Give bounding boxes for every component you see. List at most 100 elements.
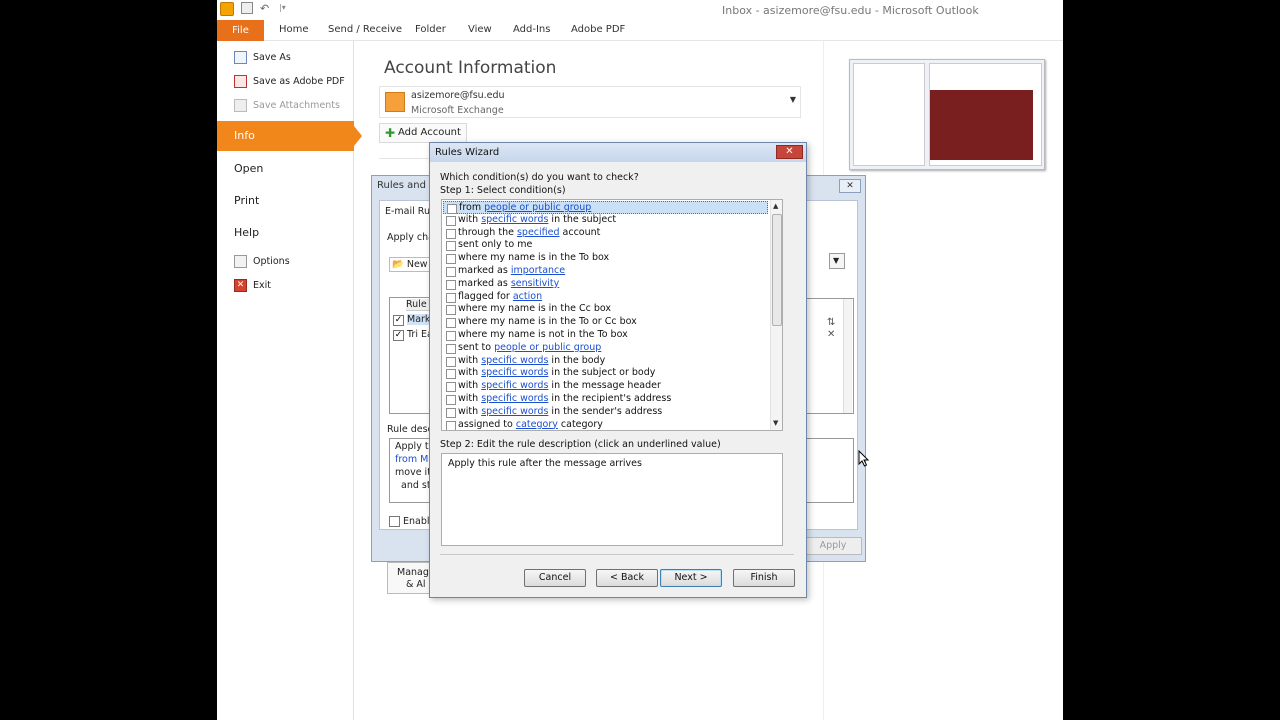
- rule-checkbox[interactable]: ✓: [393, 330, 404, 341]
- condition-checkbox[interactable]: [446, 305, 456, 316]
- scroll-down-icon[interactable]: ▼: [773, 419, 778, 427]
- condition-row[interactable]: marked as importance: [443, 265, 768, 278]
- save-attachments-button[interactable]: Save Attachments: [217, 94, 354, 118]
- condition-row[interactable]: where my name is in the To box: [443, 252, 768, 265]
- backstage-print[interactable]: Print: [217, 186, 354, 216]
- condition-checkbox[interactable]: [446, 228, 456, 239]
- condition-link[interactable]: category: [516, 419, 558, 430]
- condition-row[interactable]: from people or public group: [443, 201, 768, 214]
- condition-text: in the sender's address: [548, 405, 663, 417]
- scrollbar[interactable]: [843, 299, 852, 413]
- options-button[interactable]: Options: [217, 250, 354, 274]
- new-rule-button[interactable]: 📂 New R: [389, 257, 431, 272]
- condition-link[interactable]: specific words: [481, 214, 548, 225]
- condition-checkbox[interactable]: [447, 204, 457, 214]
- condition-link[interactable]: specific words: [481, 380, 548, 391]
- move-icon[interactable]: ⇅: [827, 317, 835, 328]
- manage-label: Manag: [397, 567, 429, 578]
- chevron-down-icon[interactable]: ▼: [790, 95, 796, 104]
- condition-label: where my name is in the Cc box: [458, 303, 611, 314]
- condition-link[interactable]: specific words: [481, 355, 548, 366]
- conditions-scrollbar[interactable]: ▲ ▼: [770, 200, 782, 430]
- condition-checkbox[interactable]: [446, 356, 456, 367]
- back-button[interactable]: < Back: [596, 569, 658, 587]
- close-icon[interactable]: ✕: [839, 179, 861, 193]
- rule-description-box[interactable]: Apply this rule after the message arrive…: [441, 453, 783, 546]
- condition-row[interactable]: flagged for action: [443, 291, 768, 304]
- enable-checkbox[interactable]: [389, 516, 400, 527]
- account-selector[interactable]: asizemore@fsu.edu Microsoft Exchange ▼: [379, 86, 801, 118]
- condition-link[interactable]: sensitivity: [511, 278, 559, 289]
- backstage-open[interactable]: Open: [217, 154, 354, 184]
- apply-button[interactable]: Apply: [804, 537, 862, 555]
- condition-checkbox[interactable]: [446, 279, 456, 290]
- condition-checkbox[interactable]: [446, 267, 456, 277]
- tab-add-ins[interactable]: Add-Ins: [513, 24, 550, 35]
- close-icon[interactable]: ✕: [776, 145, 803, 159]
- condition-row[interactable]: with specific words in the subject: [443, 214, 768, 227]
- backstage-info[interactable]: Info: [217, 121, 362, 151]
- undo-icon[interactable]: ↶: [260, 2, 269, 15]
- condition-row[interactable]: where my name is in the Cc box: [443, 303, 768, 316]
- next-button[interactable]: Next >: [660, 569, 722, 587]
- condition-row[interactable]: with specific words in the subject or bo…: [443, 367, 768, 380]
- condition-checkbox[interactable]: [446, 382, 456, 393]
- save-as-adobe-pdf-button[interactable]: Save as Adobe PDF: [217, 70, 354, 94]
- rule-checkbox[interactable]: ✓: [393, 315, 404, 326]
- condition-link[interactable]: specified: [517, 227, 560, 238]
- condition-checkbox[interactable]: [446, 215, 456, 226]
- condition-checkbox[interactable]: [446, 241, 456, 252]
- finish-button[interactable]: Finish: [733, 569, 795, 587]
- condition-row[interactable]: with specific words in the body: [443, 355, 768, 368]
- condition-checkbox[interactable]: [446, 343, 456, 354]
- condition-link[interactable]: importance: [511, 265, 565, 276]
- condition-checkbox[interactable]: [446, 292, 456, 303]
- condition-checkbox[interactable]: [446, 369, 456, 380]
- condition-checkbox[interactable]: [446, 420, 456, 430]
- conditions-list: from people or public group with specific…: [441, 199, 783, 431]
- step1-label: Step 1: Select condition(s): [440, 185, 566, 196]
- condition-row[interactable]: with specific words in the sender's addr…: [443, 406, 768, 419]
- condition-checkbox[interactable]: [446, 254, 456, 265]
- tab-view[interactable]: View: [468, 24, 492, 35]
- customize-qat-icon[interactable]: |▾: [279, 3, 286, 12]
- tab-file[interactable]: File: [217, 20, 264, 41]
- condition-row[interactable]: where my name is in the To or Cc box: [443, 316, 768, 329]
- condition-link[interactable]: people or public group: [484, 202, 591, 213]
- save-as-button[interactable]: Save As: [217, 46, 354, 70]
- exchange-account-icon: [385, 92, 405, 112]
- exit-button[interactable]: ✕ Exit: [217, 274, 354, 298]
- condition-link[interactable]: people or public group: [494, 342, 601, 353]
- condition-row[interactable]: through the specified account: [443, 227, 768, 240]
- delete-icon[interactable]: ✕: [827, 329, 835, 340]
- cancel-button[interactable]: Cancel: [524, 569, 586, 587]
- backstage-help[interactable]: Help: [217, 218, 354, 248]
- send-receive-icon[interactable]: [241, 2, 253, 14]
- tab-send-receive[interactable]: Send / Receive: [328, 24, 402, 35]
- condition-link[interactable]: action: [513, 291, 542, 302]
- tab-folder[interactable]: Folder: [415, 24, 446, 35]
- condition-link[interactable]: specific words: [481, 367, 548, 378]
- apply-changes-dropdown[interactable]: ▼: [829, 253, 845, 269]
- exit-icon: ✕: [234, 279, 247, 292]
- scroll-thumb[interactable]: [772, 214, 782, 326]
- condition-checkbox[interactable]: [446, 407, 456, 418]
- condition-link[interactable]: specific words: [481, 406, 548, 417]
- condition-row[interactable]: with specific words in the recipient's a…: [443, 393, 768, 406]
- scroll-up-icon[interactable]: ▲: [773, 202, 778, 210]
- condition-row[interactable]: sent to people or public group: [443, 342, 768, 355]
- condition-checkbox[interactable]: [446, 395, 456, 405]
- condition-link[interactable]: specific words: [481, 393, 548, 404]
- condition-row[interactable]: sent only to me: [443, 239, 768, 252]
- manage-alerts-tab[interactable]: Manag & Al: [387, 562, 431, 594]
- tab-home[interactable]: Home: [279, 24, 309, 35]
- condition-checkbox[interactable]: [446, 318, 456, 329]
- condition-row[interactable]: marked as sensitivity: [443, 278, 768, 291]
- condition-checkbox[interactable]: [446, 331, 456, 341]
- condition-row[interactable]: where my name is not in the To box: [443, 329, 768, 342]
- add-account-button[interactable]: ✚ Add Account: [379, 123, 467, 143]
- condition-row[interactable]: assigned to category category: [443, 419, 768, 430]
- condition-text: sent only to me: [458, 239, 533, 251]
- tab-adobe-pdf[interactable]: Adobe PDF: [571, 24, 625, 35]
- condition-row[interactable]: with specific words in the message heade…: [443, 380, 768, 393]
